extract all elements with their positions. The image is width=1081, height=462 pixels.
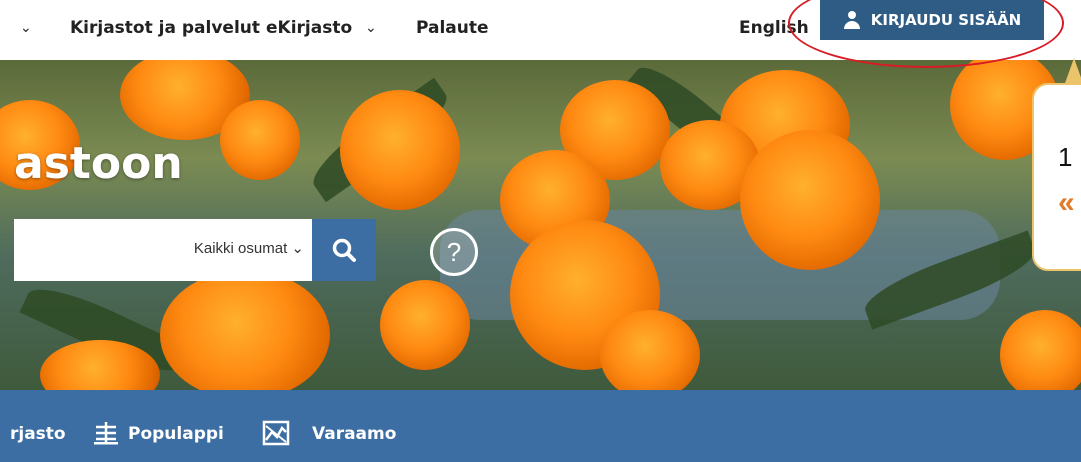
hero-title: astoon	[14, 138, 183, 189]
service-link-populappi[interactable]: Populappi	[128, 424, 224, 444]
login-button-label: KIRJAUDU SISÄÄN	[870, 11, 1022, 29]
flower	[600, 310, 700, 390]
flower	[340, 90, 460, 210]
callout-quote-mark: «	[1058, 186, 1075, 219]
callout-pointer	[1064, 58, 1081, 86]
service-links-bar: rjasto Populappi Varaamo	[0, 390, 1081, 462]
top-navigation: ⌄ Kirjastot ja palvelut eKirjasto ⌄ Pala…	[0, 0, 1081, 60]
help-icon: ?	[446, 236, 462, 267]
hero-banner: astoon Kaikki osumat ⌄ ?	[0, 60, 1081, 390]
login-button[interactable]: KIRJAUDU SISÄÄN	[820, 0, 1044, 40]
flower	[740, 130, 880, 270]
flower	[1000, 310, 1081, 390]
search-button[interactable]	[312, 219, 376, 281]
flower	[160, 270, 330, 390]
nav-ekirjasto[interactable]: eKirjasto	[266, 18, 352, 38]
chevron-down-icon[interactable]: ⌄	[20, 19, 32, 36]
search-scope-label: Kaikki osumat	[193, 240, 288, 257]
flower	[380, 280, 470, 370]
callout-box	[1032, 83, 1081, 271]
populappi-icon	[94, 422, 118, 445]
nav-kirjastot-ja-palvelut[interactable]: Kirjastot ja palvelut	[70, 18, 260, 38]
search-icon	[332, 238, 356, 262]
chevron-down-icon[interactable]: ⌄	[365, 19, 377, 36]
callout-number: 1	[1058, 142, 1073, 172]
search-input[interactable]: Kaikki osumat ⌄	[14, 219, 312, 281]
help-button[interactable]: ?	[430, 228, 478, 276]
user-icon	[843, 11, 861, 29]
service-link-varaamo[interactable]: Varaamo	[312, 424, 396, 444]
flower	[220, 100, 300, 180]
language-link[interactable]: English	[739, 18, 809, 38]
search-scope-select[interactable]: Kaikki osumat ⌄	[194, 239, 304, 257]
varaamo-icon	[262, 420, 290, 446]
chevron-down-icon: ⌄	[291, 240, 304, 257]
service-link-kirjasto[interactable]: rjasto	[10, 424, 66, 444]
nav-palaute[interactable]: Palaute	[416, 18, 489, 38]
